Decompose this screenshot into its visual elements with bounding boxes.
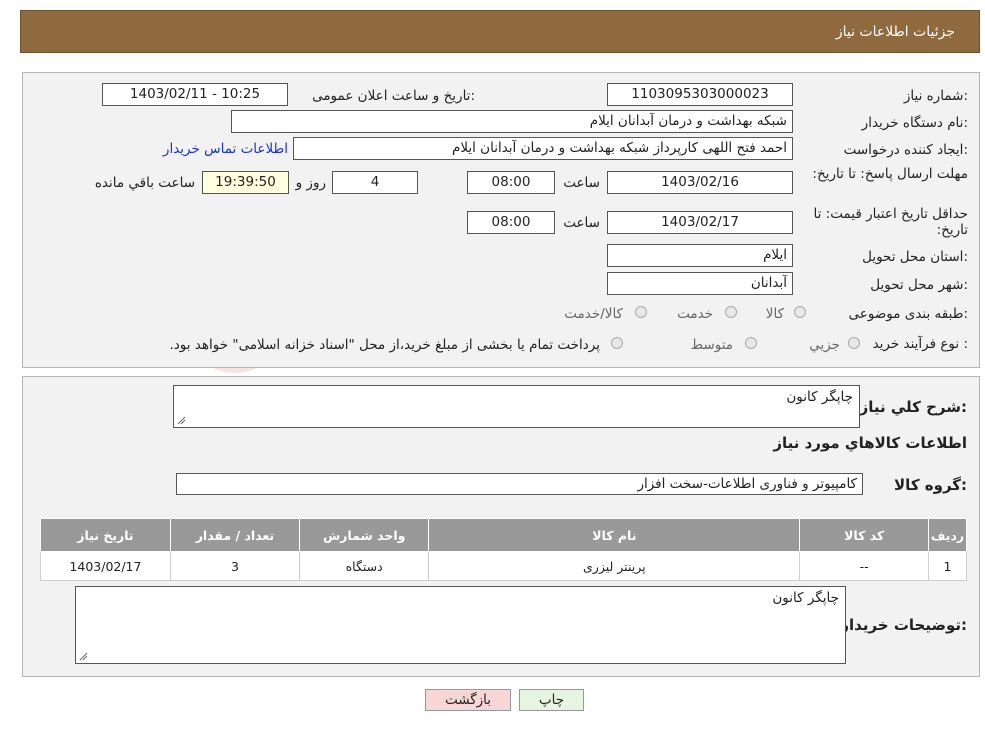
remaining-time-field: 19:39:50 [202,171,289,194]
goods-info-title: اطلاعات کالاهاي مورد نياز [773,434,967,452]
resize-grip-icon[interactable] [177,416,186,425]
deadline-time-field: 08:00 [467,171,555,194]
category-label: طبقه بندی موضوعی: [848,306,968,322]
col-qty: تعداد / مقدار [169,518,300,552]
creator-field: احمد فتح اللهی کارپرداز شبکه بهداشت و در… [293,137,793,160]
summary-textarea[interactable]: چاپگر کانون [173,385,860,428]
col-unit: واحد شمارش [298,518,430,552]
process-option-medium: متوسط [690,337,733,353]
process-label: نوع فرآیند خرید : [872,336,968,352]
process-note: پرداخت تمام یا بخشی از مبلغ خرید،از محل … [169,337,600,353]
group-field: کامپیوتر و فناوری اطلاعات-سخت افزار [176,473,863,495]
buyer-notes-text: چاپگر کانون [772,590,839,606]
process-option-minor: جزيي [809,337,840,353]
col-code: کد کالا [799,518,930,552]
process-radio-minor[interactable] [848,337,860,349]
validity-time-field: 08:00 [467,211,555,234]
buyer-org-label: نام دستگاه خریدار: [861,115,968,131]
page-header: جزئیات اطلاعات نیاز [20,10,980,53]
validity-label: حداقل تاریخ اعتبار قیمت: تا تاریخ: [813,206,968,238]
cell-unit: دستگاه [298,551,430,581]
city-field: آبدانان [607,272,793,295]
buyer-notes-textarea[interactable]: چاپگر کانون [75,586,846,664]
goods-table-header: ردیف کد کالا نام کالا واحد شمارش تعداد /… [40,518,967,552]
category-option-goods: کالا [765,306,784,322]
days-field: 4 [332,171,418,194]
announce-label: تاریخ و ساعت اعلان عمومی: [312,88,475,104]
cell-row: 1 [928,551,967,581]
page-title: جزئیات اطلاعات نیاز [835,24,955,40]
process-radio-treasury[interactable] [611,337,623,349]
announce-field: 1403/02/11 - 10:25 [102,83,288,106]
province-label: استان محل تحویل: [862,249,968,265]
creator-label: ایجاد کننده درخواست: [843,142,968,158]
col-name: نام کالا [428,518,801,552]
cell-name: پرینتر لیزری [428,551,801,581]
process-radio-medium[interactable] [745,337,757,349]
validity-time-label: ساعت [563,215,600,231]
buyer-org-field: شبکه بهداشت و درمان آبدانان ایلام [231,110,793,133]
category-option-goods-service: کالا/خدمت [564,306,623,322]
need-number-label: شماره نیاز: [903,88,968,104]
deadline-date-field: 1403/02/16 [607,171,793,194]
back-button[interactable]: بازگشت [425,689,511,711]
resize-grip-icon[interactable] [79,652,88,661]
group-label: گروه کالا: [894,476,967,494]
cell-qty: 3 [169,551,300,581]
col-date: تاریخ نیاز [40,518,171,552]
cell-code: -- [799,551,930,581]
goods-table: ردیف کد کالا نام کالا واحد شمارش تعداد /… [40,518,967,581]
category-radio-goods-service[interactable] [635,306,647,318]
city-label: شهر محل تحویل: [870,277,968,293]
province-field: ایلام [607,244,793,267]
print-button[interactable]: چاپ [519,689,584,711]
days-label: روز و [295,175,326,191]
remaining-label: ساعت باقي مانده [94,175,195,191]
category-radio-goods[interactable] [794,306,806,318]
category-radio-service[interactable] [725,306,737,318]
deadline-label: مهلت ارسال پاسخ: تا تاریخ: [812,166,968,182]
category-option-service: خدمت [677,306,713,322]
summary-label: شرح کلي نياز: [859,398,967,416]
validity-date-field: 1403/02/17 [607,211,793,234]
deadline-time-label: ساعت [563,175,600,191]
buyer-contact-link[interactable]: اطلاعات تماس خریدار [163,141,288,157]
table-row: 1 -- پرینتر لیزری دستگاه 3 1403/02/17 [40,551,967,581]
buyer-notes-label: توضیحات خریدار: [840,616,967,634]
summary-text: چاپگر کانون [786,389,853,405]
cell-date: 1403/02/17 [40,551,171,581]
need-number-field: 1103095303000023 [607,83,793,106]
col-row: ردیف [928,518,967,552]
